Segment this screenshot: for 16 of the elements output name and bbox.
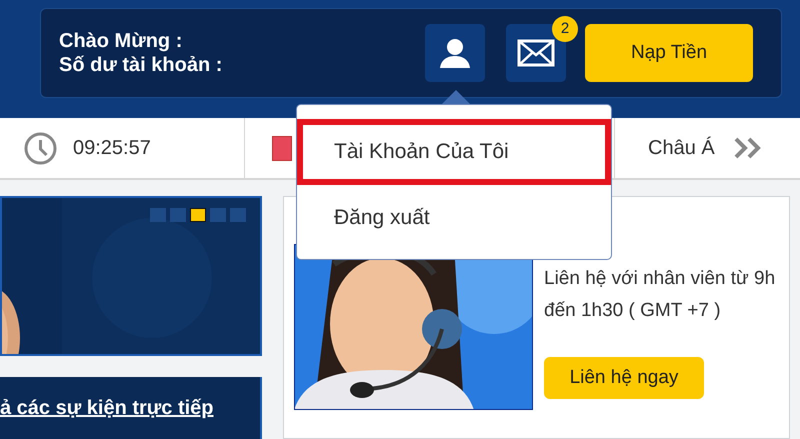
menu-pointer — [442, 88, 470, 104]
clock-icon — [24, 132, 57, 164]
flag-icon — [272, 136, 292, 160]
deposit-button[interactable]: Nạp Tiền — [585, 24, 753, 82]
region-label: Châu Á — [648, 136, 715, 161]
balance-label: Số dư tài khoản : — [59, 53, 222, 77]
user-icon — [438, 37, 472, 69]
support-hours-text: Liên hệ với nhân viên từ 9h đến 1h30 ( GMT +7 ) — [544, 267, 776, 323]
welcome-label: Chào Mừng : — [59, 29, 184, 53]
account-button[interactable] — [425, 24, 485, 82]
menu-item[interactable]: Tài Khoản Của Tôi — [297, 119, 611, 185]
clock-time: 09:25:57 — [73, 136, 151, 161]
notification-badge: 2 — [552, 16, 578, 42]
mail-icon — [517, 39, 555, 67]
contact-button[interactable]: Liên hệ ngay — [544, 357, 704, 399]
double-chevron-icon[interactable] — [732, 136, 763, 160]
